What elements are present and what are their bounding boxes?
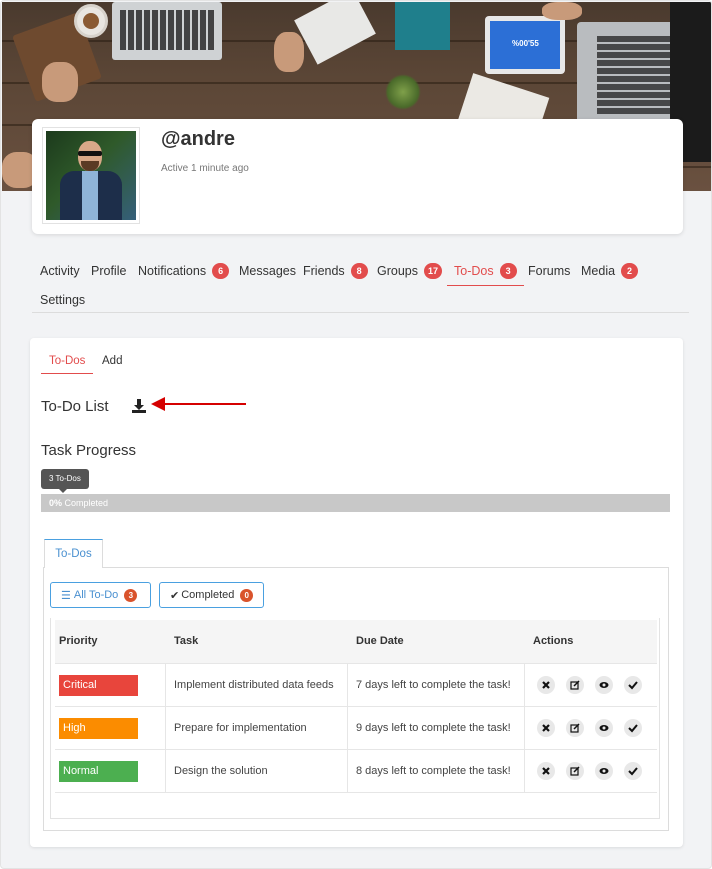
- view-icon[interactable]: [595, 676, 613, 694]
- nav-item-profile[interactable]: Profile: [91, 259, 126, 283]
- due-date-cell: 9 days left to complete the task!: [347, 707, 524, 749]
- priority-cell: Normal: [59, 750, 165, 792]
- task-cell: Implement distributed data feeds: [165, 664, 347, 706]
- nav-item-media[interactable]: Media 2: [581, 259, 639, 283]
- nav-item-groups[interactable]: Groups 17: [377, 259, 443, 283]
- nav-divider: [32, 312, 689, 313]
- priority-cell: High: [59, 707, 165, 749]
- due-date-cell: 8 days left to complete the task!: [347, 750, 524, 792]
- priority-cell: Critical: [59, 664, 165, 706]
- table-row: Critical Implement distributed data feeds…: [55, 663, 657, 706]
- nav-item-settings[interactable]: Settings: [40, 288, 85, 312]
- tablet-screen-text: %00'55: [512, 39, 539, 48]
- page-frame: %00'55 @andre Active 1 minute ago Activi…: [0, 0, 712, 869]
- profile-card: @andre Active 1 minute ago: [32, 119, 683, 234]
- nav-item-friends[interactable]: Friends 8: [303, 259, 368, 283]
- task-cell: Prepare for implementation: [165, 707, 347, 749]
- header-priority: Priority: [59, 635, 98, 647]
- media-badge: 2: [621, 263, 639, 279]
- priority-badge: High: [59, 717, 138, 739]
- actions-cell: [524, 750, 657, 792]
- username: @andre: [161, 128, 235, 150]
- header-due-date: Due Date: [356, 635, 404, 647]
- priority-badge: Normal: [59, 760, 138, 782]
- nav-item-todos[interactable]: To-Dos 3: [447, 259, 524, 286]
- view-icon[interactable]: [595, 719, 613, 737]
- header-task: Task: [174, 635, 199, 647]
- list-icon: ☰: [61, 589, 71, 602]
- table-bottom-border: [55, 792, 657, 793]
- delete-icon[interactable]: [537, 676, 555, 694]
- task-progress-title: Task Progress: [41, 442, 137, 459]
- last-active-status: Active 1 minute ago: [161, 163, 249, 174]
- delete-icon[interactable]: [537, 762, 555, 780]
- progress-label: 0% Completed: [49, 498, 109, 508]
- tab-todos[interactable]: To-Dos: [44, 539, 103, 568]
- table-header: Priority Task Due Date Actions: [55, 620, 657, 663]
- arrow-annotation: [151, 397, 246, 411]
- all-todo-button[interactable]: ☰ All To-Do 3: [50, 582, 151, 608]
- friends-badge: 8: [350, 263, 368, 279]
- all-todo-count: 3: [124, 588, 138, 602]
- actions-cell: [524, 664, 657, 706]
- todos-tab-panel: ☰ All To-Do 3 ✔ Completed 0 Priority Tas…: [43, 567, 669, 831]
- groups-badge: 17: [424, 263, 443, 279]
- actions-cell: [524, 707, 657, 749]
- nav-item-messages[interactable]: Messages: [239, 259, 296, 283]
- notifications-badge: 6: [212, 263, 230, 279]
- complete-icon[interactable]: [624, 676, 642, 694]
- todos-badge: 3: [499, 263, 517, 279]
- avatar[interactable]: [42, 127, 140, 224]
- view-icon[interactable]: [595, 762, 613, 780]
- table-row: Normal Design the solution 8 days left to …: [55, 749, 657, 792]
- edit-icon[interactable]: [566, 762, 584, 780]
- todo-table: Priority Task Due Date Actions Critical I…: [50, 618, 660, 819]
- header-actions: Actions: [533, 635, 574, 647]
- priority-badge: Critical: [59, 674, 138, 696]
- completed-count: 0: [240, 588, 253, 602]
- due-date-cell: 7 days left to complete the task!: [347, 664, 524, 706]
- profile-nav: Activity Profile Notifications 6 Messages…: [40, 259, 690, 315]
- todo-list-title: To-Do List: [41, 398, 109, 415]
- todos-panel: To-Dos Add To-Do List Task Progress 3 To…: [30, 338, 683, 847]
- complete-icon[interactable]: [624, 762, 642, 780]
- download-icon[interactable]: [131, 398, 147, 414]
- task-cell: Design the solution: [165, 750, 347, 792]
- check-icon: ✔: [170, 589, 180, 602]
- nav-item-activity[interactable]: Activity: [40, 259, 80, 283]
- progress-bar: 0% Completed: [41, 494, 670, 512]
- subtab-todos[interactable]: To-Dos: [40, 355, 94, 374]
- subtab-add[interactable]: Add: [102, 355, 122, 367]
- progress-tooltip: 3 To-Dos: [41, 469, 89, 493]
- delete-icon[interactable]: [537, 719, 555, 737]
- nav-item-notifications[interactable]: Notifications 6: [138, 259, 230, 283]
- edit-icon[interactable]: [566, 719, 584, 737]
- complete-icon[interactable]: [624, 719, 642, 737]
- nav-item-forums[interactable]: Forums: [528, 259, 570, 283]
- completed-button[interactable]: ✔ Completed 0: [159, 582, 264, 608]
- edit-icon[interactable]: [566, 676, 584, 694]
- table-row: High Prepare for implementation 9 days lef…: [55, 706, 657, 749]
